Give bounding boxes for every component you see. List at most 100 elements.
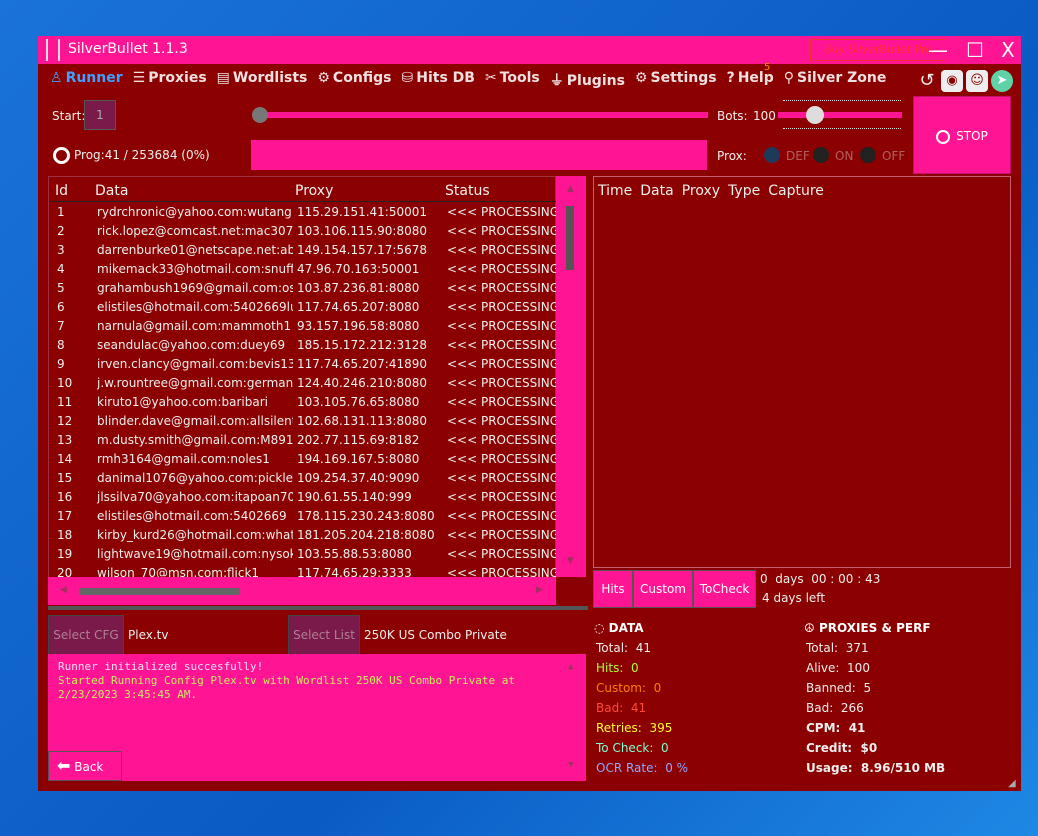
nav-item-runner[interactable]: ♙ Runner [50, 70, 123, 90]
nav-item-help[interactable]: ? Help [727, 70, 774, 90]
hits-tab-button[interactable]: Hits [593, 570, 633, 608]
prox-def-radio[interactable] [764, 147, 780, 163]
stat-tocheck: To Check: 0 [596, 741, 669, 755]
nav-item-proxies[interactable]: ☰ Proxies [133, 70, 207, 90]
prox-on-radio[interactable] [813, 147, 829, 163]
col-header-id[interactable]: Id [55, 183, 68, 199]
table-row[interactable]: 8 seandulac@yahoo.com:duey69 185.15.172.21… [49, 338, 557, 357]
nav-item-tools[interactable]: ✂ Tools [485, 70, 540, 90]
table-row[interactable]: 11 kiruto1@yahoo.com:baribari 103.105.76.6… [49, 395, 557, 414]
col-type[interactable]: Type [728, 183, 760, 199]
table-row[interactable]: 14 rmh3164@gmail.com:noles1 194.169.167.5:… [49, 452, 557, 471]
scroll-down-icon[interactable]: ▼ [567, 556, 574, 566]
nav-item-plugins[interactable]: ⏚ Plugins [550, 70, 625, 90]
cell-proxy: 103.55.88.53:8080 [297, 547, 412, 561]
col-header-data[interactable]: Data [95, 183, 128, 199]
resize-grip-icon[interactable]: ◢ [1008, 778, 1016, 789]
table-row[interactable]: 18 kirby_kurd26@hotmail.com:whatever 181.2… [49, 528, 557, 547]
nav-item-settings[interactable]: ⚙ Settings [635, 70, 717, 90]
table-row[interactable]: 19 lightwave19@hotmail.com:nysokk 103.55.8… [49, 547, 557, 566]
nav-item-silver-zone[interactable]: ⚲ Silver Zone [784, 70, 887, 90]
cell-proxy: 103.106.115.90:8080 [297, 224, 428, 238]
cell-status: <<< PROCESSING BL [447, 490, 557, 504]
stat-retries: Retries: 395 [596, 721, 673, 735]
cell-id: 8 [57, 338, 65, 352]
discord-icon[interactable]: ☺ [966, 70, 988, 92]
scroll-left-icon[interactable]: ◀ [60, 585, 67, 595]
cell-status: <<< PROCESSING BL [447, 357, 557, 371]
tocheck-tab-button[interactable]: ToCheck [693, 570, 756, 608]
col-header-proxy[interactable]: Proxy [295, 183, 333, 199]
cell-data: blinder.dave@gmail.com:allsilent [97, 414, 293, 428]
table-row[interactable]: 3 darrenburke01@netscape.net:abcxyz 149.15… [49, 243, 557, 262]
table-row[interactable]: 10 j.w.rountree@gmail.com:german 124.40.24… [49, 376, 557, 395]
telegram-icon[interactable]: ➤ [991, 70, 1013, 92]
scroll-thumb[interactable] [566, 206, 574, 270]
app-logo-icon [46, 39, 60, 61]
cell-status: <<< PROCESSING BL [447, 376, 557, 390]
scroll-up-icon[interactable]: ▲ [567, 184, 574, 194]
scroll-right-icon[interactable]: ▶ [536, 585, 543, 595]
cell-status: <<< PROCESSING BL [447, 395, 557, 409]
col-proxy[interactable]: Proxy [682, 183, 720, 199]
start-input[interactable]: 1 [84, 100, 116, 130]
table-row[interactable]: 6 elistiles@hotmail.com:5402669luijon 117.… [49, 300, 557, 319]
cell-status: <<< PROCESSING BL [447, 319, 557, 333]
cell-status: <<< PROCESSING BL [447, 300, 557, 314]
select-cfg-button[interactable]: Select CFG [48, 615, 124, 655]
log-scroll-down-icon[interactable]: ▼ [568, 760, 573, 770]
table-vertical-scrollbar[interactable]: ▲ ▼ [556, 176, 586, 577]
prox-label: Prox: [717, 149, 747, 163]
data-stats-title: ◌ DATA [594, 621, 644, 635]
back-button[interactable]: ⬅ Back [48, 751, 122, 781]
table-row[interactable]: 13 m.dusty.smith@gmail.com:M891236 202.77.… [49, 433, 557, 452]
table-row[interactable]: 16 jlssilva70@yahoo.com:itapoan70 190.61.5… [49, 490, 557, 509]
table-row[interactable]: 9 irven.clancy@gmail.com:bevis138 117.74.6… [49, 357, 557, 376]
prox-def-label: DEF [786, 149, 810, 163]
cell-proxy: 47.96.70.163:50001 [297, 262, 420, 276]
stat-custom: Custom: 0 [596, 681, 662, 695]
cell-proxy: 194.169.167.5:8080 [297, 452, 420, 466]
start-slider-thumb[interactable] [252, 107, 268, 123]
table-row[interactable]: 7 narnula@gmail.com:mammoth1 93.157.196.58… [49, 319, 557, 338]
panel-splitter[interactable] [48, 606, 588, 610]
prox-off-radio[interactable] [860, 147, 876, 163]
log-scroll-up-icon[interactable]: ▲ [568, 662, 573, 672]
bots-slider-thumb[interactable] [806, 106, 825, 124]
stop-button[interactable]: STOP [913, 96, 1011, 174]
table-row[interactable]: 5 grahambush1969@gmail.com:oswego 103.87.2… [49, 281, 557, 300]
nav-item-hits-db[interactable]: ⛁ Hits DB [402, 70, 475, 90]
hscroll-thumb[interactable] [80, 588, 240, 595]
table-row[interactable]: 12 blinder.dave@gmail.com:allsilent 102.68… [49, 414, 557, 433]
cell-proxy: 185.15.172.212:3128 [297, 338, 428, 352]
table-horizontal-scrollbar[interactable]: ◀ ▶ [48, 577, 556, 605]
cell-id: 6 [57, 300, 65, 314]
table-row[interactable]: 4 mikemack33@hotmail.com:snuffy77 47.96.70… [49, 262, 557, 281]
hits-table: Time Data Proxy Type Capture [593, 176, 1011, 568]
col-time[interactable]: Time [598, 183, 632, 199]
custom-tab-button[interactable]: Custom [633, 570, 693, 608]
cell-id: 11 [57, 395, 73, 409]
start-label: Start: [52, 109, 86, 123]
col-data[interactable]: Data [640, 183, 673, 199]
cell-id: 7 [57, 319, 65, 333]
minimize-button[interactable]: — [923, 36, 953, 64]
bots-slider[interactable] [778, 112, 902, 118]
col-header-status[interactable]: Status [445, 183, 490, 199]
table-row[interactable]: 2 rick.lopez@comcast.net:mac307 103.106.11… [49, 224, 557, 243]
history-icon[interactable]: ↺ [916, 70, 938, 92]
nav-item-wordlists[interactable]: ▤ Wordlists [217, 70, 308, 90]
start-slider[interactable] [253, 112, 708, 118]
close-button[interactable]: X [993, 36, 1023, 64]
table-row[interactable]: 17 elistiles@hotmail.com:5402669 178.115.2… [49, 509, 557, 528]
cell-status: <<< PROCESSING BL [447, 471, 557, 485]
select-list-button[interactable]: Select List [288, 615, 360, 655]
table-row[interactable]: 1 rydrchronic@yahoo.com:wutang 115.29.151.… [49, 205, 557, 224]
camera-icon[interactable]: ◉ [941, 70, 963, 92]
maximize-button[interactable]: ☐ [960, 36, 990, 64]
cell-id: 1 [57, 205, 65, 219]
nav-item-configs[interactable]: ⚙ Configs [317, 70, 391, 90]
col-capture[interactable]: Capture [768, 183, 824, 199]
log-output[interactable]: Runner initialized succesfully! Started … [48, 654, 586, 781]
table-row[interactable]: 15 danimal1076@yahoo.com:pickle 109.254.37… [49, 471, 557, 490]
